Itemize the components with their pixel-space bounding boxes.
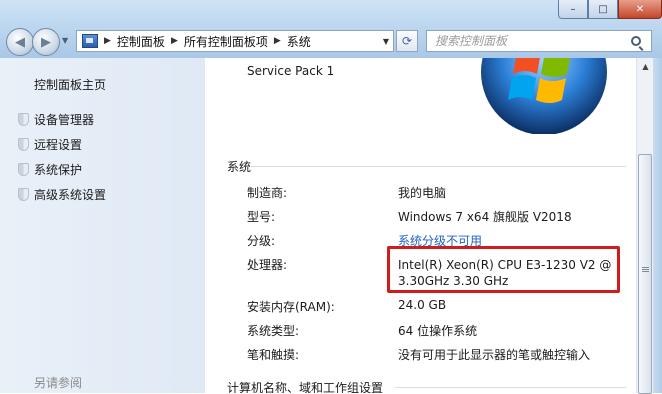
chevron-right-icon[interactable]: ▶ [171,36,178,46]
system-info-pane: Service Pack 1 系统 制造商: 我的电脑 型号: Windows … [205,58,636,393]
grip-icon [642,267,649,268]
sidebar-item-device-manager[interactable]: 设备管理器 [18,110,94,128]
shield-icon [18,187,29,201]
model-value: Windows 7 x64 旗舰版 V2018 [398,210,572,224]
chevron-right-icon[interactable]: ▶ [104,36,111,46]
system-type-label: 系统类型: [247,324,300,338]
sidebar-item-label: 高级系统设置 [34,187,107,202]
system-section-title: 系统 [227,160,252,174]
sidebar-item-advanced-settings[interactable]: 高级系统设置 [18,185,106,203]
window-frame-edge [653,58,662,393]
shield-icon [18,112,29,126]
recent-pages-dropdown-icon[interactable]: ▼ [62,36,68,45]
manufacturer-value: 我的电脑 [398,186,447,200]
pen-touch-value: 没有可用于此显示器的笔或触控输入 [398,348,591,362]
sidebar-item-system-protection[interactable]: 系统保护 [18,160,82,178]
vertical-scrollbar[interactable]: ▲ [636,58,654,394]
section-divider [250,166,626,167]
sidebar-item-remote-settings[interactable]: 远程设置 [18,135,82,153]
sidebar-item-label: 远程设置 [34,137,83,152]
refresh-button[interactable]: ⟳ [396,30,418,52]
see-also-heading: 另请参阅 [34,376,83,390]
shield-icon [18,162,29,176]
back-button[interactable]: ◀ [6,28,34,56]
system-type-value: 64 位操作系统 [398,324,478,338]
minimize-button[interactable]: – [558,0,588,19]
rating-label: 分级: [247,234,276,248]
ram-value: 24.0 GB [398,298,447,312]
search-icon[interactable] [631,36,641,46]
control-panel-home-link[interactable]: 控制面板主页 [34,76,106,93]
sidebar-item-label: 系统保护 [34,162,83,177]
scrollbar-thumb[interactable] [638,154,652,394]
search-input[interactable] [433,33,631,49]
computer-name-section-title: 计算机名称、域和工作组设置 [227,381,384,393]
close-button[interactable]: ✕ [618,0,662,19]
ram-label: 安装内存(RAM): [247,300,335,314]
breadcrumb-system[interactable]: 系统 [287,33,311,50]
address-dropdown-icon[interactable]: ▼ [383,37,389,46]
breadcrumb-all-items[interactable]: 所有控制面板项 [184,33,268,50]
pen-touch-label: 笔和触摸: [247,348,300,362]
model-label: 型号: [247,210,276,224]
control-panel-icon [82,34,98,48]
task-pane: 控制面板主页 设备管理器 远程设置 系统保护 高级系统设置 另请参阅 [0,58,205,393]
maximize-button[interactable]: □ [588,0,618,19]
sidebar-item-label: 设备管理器 [34,112,95,127]
manufacturer-label: 制造商: [247,186,288,200]
scroll-up-arrow-icon[interactable]: ▲ [637,58,654,75]
processor-label: 处理器: [247,258,288,272]
chevron-right-icon[interactable]: ▶ [274,36,281,46]
arrow-right-icon: ▶ [41,34,51,50]
windows-logo [481,58,607,134]
title-bar: – □ ✕ ◀ ▶ ▼ ▶ 控制面板 ▶ 所有控制面板项 ▶ 系统 ▼ ⟳ [0,0,662,58]
processor-highlight-box [387,246,620,293]
window-controls: – □ ✕ [558,0,662,20]
arrow-left-icon: ◀ [15,34,25,50]
forward-button[interactable]: ▶ [32,28,60,56]
section-divider [395,387,626,388]
refresh-icon: ⟳ [401,34,413,48]
service-pack-text: Service Pack 1 [247,64,335,78]
address-bar[interactable]: ▶ 控制面板 ▶ 所有控制面板项 ▶ 系统 ▼ [76,30,394,52]
search-box[interactable] [426,30,652,52]
shield-icon [18,137,29,151]
breadcrumb-control-panel[interactable]: 控制面板 [117,33,165,50]
